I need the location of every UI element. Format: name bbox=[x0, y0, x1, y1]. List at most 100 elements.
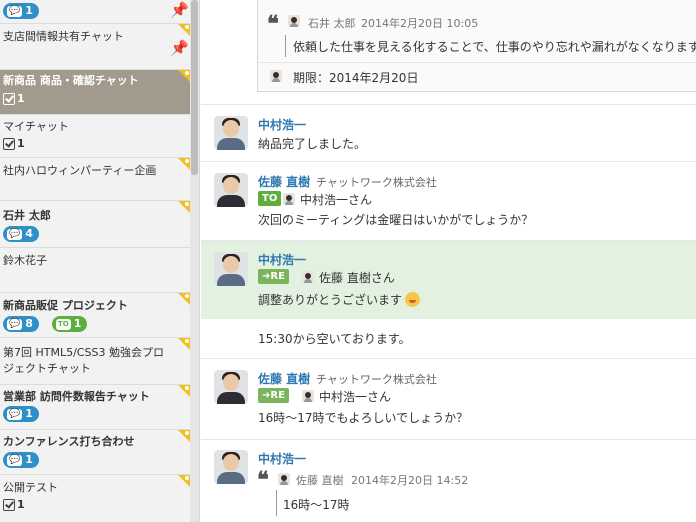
message-text: 16時～17時でもよろしいでしょうか？ bbox=[258, 411, 469, 425]
room-item[interactable]: マイチャット 1 bbox=[0, 115, 190, 158]
room-name: 社内ハロウィンパーティー企画 bbox=[3, 164, 157, 177]
unread-badge: 💬 8 bbox=[3, 316, 39, 332]
room-name: マイチャット bbox=[3, 120, 69, 133]
reply-tag: ➜RE bbox=[258, 388, 289, 403]
chat-bubble-icon: 💬 bbox=[7, 454, 23, 466]
chat-bubble-icon: 💬 bbox=[7, 318, 23, 330]
message-text: 15:30から空いております。 bbox=[258, 332, 411, 346]
room-item[interactable]: 新商品販促 プロジェクト 💬 8 TO 1 bbox=[0, 293, 190, 338]
corner-icon bbox=[178, 293, 190, 305]
to-badge: TO 1 bbox=[52, 316, 88, 332]
corner-icon bbox=[178, 385, 190, 397]
message-followup: 15:30から空いております。 bbox=[201, 319, 696, 358]
deadline-avatar bbox=[270, 70, 282, 82]
room-name: 公開テスト bbox=[3, 481, 58, 494]
sidebar-scroll-thumb[interactable] bbox=[191, 0, 198, 175]
user-avatar[interactable] bbox=[214, 370, 248, 404]
user-avatar[interactable] bbox=[214, 173, 248, 207]
reply-recipient: 佐藤 直樹さん bbox=[319, 271, 395, 285]
room-item[interactable]: 第7回 HTML5/CSS3 勉強会プロジェクトチャット bbox=[0, 338, 190, 385]
quote-author-avatar bbox=[278, 473, 290, 485]
room-item[interactable]: 営業部 訪問件数報告チャット 💬 1 bbox=[0, 385, 190, 430]
room-item[interactable]: 社内ハロウィンパーティー企画 bbox=[0, 158, 190, 201]
reply-avatar bbox=[302, 271, 314, 283]
user-organization: チャットワーク株式会社 bbox=[316, 373, 437, 386]
room-name: カンファレンス打ち合わせ bbox=[3, 435, 135, 448]
message: 中村浩一 納品完了しました。 bbox=[201, 105, 696, 161]
message-username[interactable]: 中村浩一 bbox=[258, 450, 306, 467]
task-checkbox-icon bbox=[3, 137, 15, 150]
to-recipient: 中村浩一さん bbox=[300, 193, 373, 207]
room-name: 鈴木花子 bbox=[3, 254, 47, 267]
quote-author: 佐藤 直樹 bbox=[296, 474, 344, 487]
corner-icon bbox=[178, 430, 190, 442]
corner-icon bbox=[178, 24, 190, 36]
message-username[interactable]: 中村浩一 bbox=[258, 116, 306, 133]
pin-icon[interactable]: 📌 bbox=[170, 40, 189, 56]
room-name: 支店間情報共有チャット bbox=[3, 30, 124, 43]
corner-icon bbox=[178, 70, 190, 82]
message-username[interactable]: 佐藤 直樹 bbox=[258, 370, 310, 387]
room-item[interactable]: 💬 1 📌 bbox=[0, 0, 190, 24]
chat-bubble-icon: 💬 bbox=[7, 228, 23, 240]
user-avatar[interactable] bbox=[214, 450, 248, 484]
room-item[interactable]: 公開テスト 1 bbox=[0, 475, 190, 522]
user-avatar[interactable] bbox=[214, 252, 248, 286]
message-text: 調整ありがとうございます bbox=[258, 291, 421, 308]
message-highlighted: 中村浩一 ➜RE 佐藤 直樹さん 調整ありがとうございます bbox=[201, 241, 696, 319]
room-name: 第7回 HTML5/CSS3 勉強会プロジェクトチャット bbox=[3, 346, 164, 375]
room-name: 営業部 訪問件数報告チャット bbox=[3, 390, 150, 403]
chat-timeline: ❝ 石井 太郎 2014年2月20日 10:05 依頼した仕事を見える化すること… bbox=[201, 0, 696, 522]
room-name: 新商品販促 プロジェクト bbox=[3, 299, 128, 312]
task-deadline: 期限：2014年2月20日 bbox=[293, 71, 419, 85]
message-username[interactable]: 中村浩一 bbox=[258, 251, 306, 268]
task-count: 1 bbox=[3, 92, 25, 105]
reply-tag: ➜RE bbox=[258, 269, 289, 284]
chat-bubble-icon: 💬 bbox=[7, 5, 23, 17]
quote-timestamp: 2014年2月20日 14:52 bbox=[351, 474, 469, 487]
unread-badge: 💬 1 bbox=[3, 3, 39, 19]
quote-line bbox=[285, 35, 286, 57]
unread-badge: 💬 4 bbox=[3, 226, 39, 242]
unread-badge: 💬 1 bbox=[3, 406, 39, 422]
task-count: 1 bbox=[3, 498, 25, 511]
to-avatar bbox=[283, 193, 295, 205]
user-avatar[interactable] bbox=[214, 116, 248, 150]
quote-author-avatar bbox=[288, 15, 300, 27]
corner-icon bbox=[178, 158, 190, 170]
room-item[interactable]: 鈴木花子 bbox=[0, 248, 190, 293]
corner-icon bbox=[178, 338, 190, 350]
room-item[interactable]: 支店間情報共有チャット 📌 bbox=[0, 24, 190, 70]
message-username[interactable]: 佐藤 直樹 bbox=[258, 173, 310, 190]
unread-badge: 💬 1 bbox=[3, 452, 39, 468]
to-icon: TO bbox=[56, 318, 71, 330]
quote-icon: ❝ bbox=[267, 11, 279, 37]
room-name: 石井 太郎 bbox=[3, 209, 51, 222]
room-name: 新商品 商品・確認チャット bbox=[3, 74, 139, 87]
pin-icon[interactable]: 📌 bbox=[170, 2, 189, 18]
corner-icon bbox=[178, 475, 190, 487]
user-organization: チャットワーク株式会社 bbox=[316, 176, 437, 189]
smile-emoji-icon bbox=[405, 292, 421, 307]
quote-timestamp: 2014年2月20日 10:05 bbox=[361, 17, 479, 30]
room-item-selected[interactable]: 新商品 商品・確認チャット 1 bbox=[0, 70, 190, 115]
task-checkbox-icon bbox=[3, 498, 15, 511]
to-tag: TO bbox=[258, 191, 282, 206]
task-count: 1 bbox=[3, 137, 25, 150]
message: 中村浩一 ❝ 佐藤 直樹 2014年2月20日 14:52 16時～17時 bbox=[201, 440, 696, 522]
message-text: 納品完了しました。 bbox=[258, 137, 367, 151]
reply-recipient: 中村浩一さん bbox=[319, 390, 392, 404]
task-checkbox-icon bbox=[3, 92, 15, 105]
corner-icon bbox=[178, 201, 190, 213]
quote-icon: ❝ bbox=[257, 467, 269, 493]
message: 佐藤 直樹 チャットワーク株式会社 ➜RE 中村浩一さん 16時～17時でもよろ… bbox=[201, 359, 696, 439]
quote-author: 石井 太郎 bbox=[308, 17, 356, 30]
room-item[interactable]: カンファレンス打ち合わせ 💬 1 bbox=[0, 430, 190, 475]
quoted-task-box: ❝ 石井 太郎 2014年2月20日 10:05 依頼した仕事を見える化すること… bbox=[257, 0, 696, 92]
quote-line bbox=[276, 490, 277, 516]
reply-avatar bbox=[302, 390, 314, 402]
message: 佐藤 直樹 チャットワーク株式会社 TO 中村浩一さん 次回のミーティングは金曜… bbox=[201, 162, 696, 240]
room-item[interactable]: 石井 太郎 💬 4 bbox=[0, 201, 190, 248]
divider bbox=[258, 62, 696, 63]
quote-text: 依頼した仕事を見える化することで、仕事のやり忘れや漏れがなくなります。 bbox=[293, 40, 696, 54]
